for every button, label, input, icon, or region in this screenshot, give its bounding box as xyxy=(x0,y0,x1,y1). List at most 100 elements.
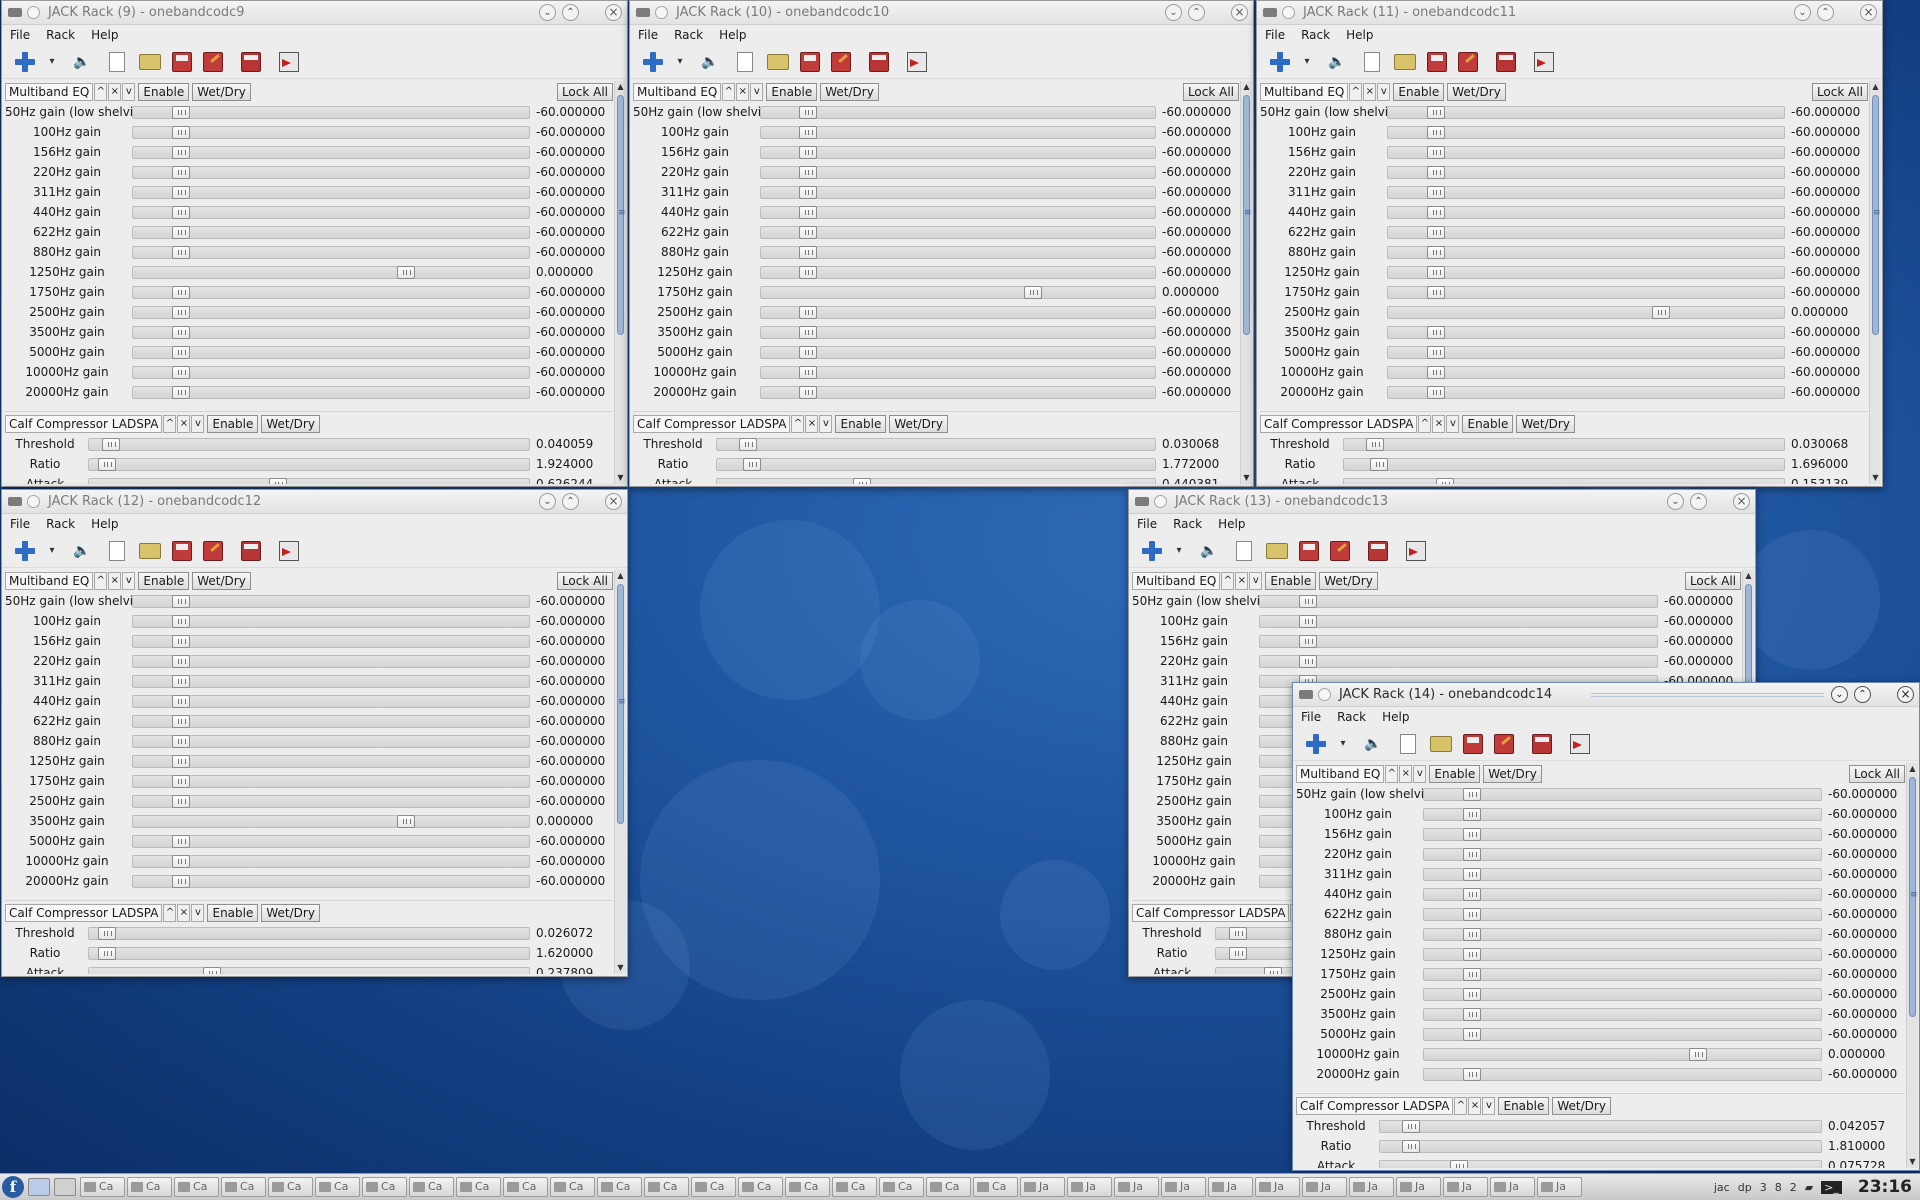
slider-knob[interactable] xyxy=(1426,245,1445,259)
move-down-button[interactable]: v xyxy=(122,572,136,590)
eq-band-slider[interactable] xyxy=(1387,145,1785,159)
add-plugin-icon[interactable] xyxy=(14,540,36,562)
eq-band-slider[interactable] xyxy=(1423,987,1822,1001)
eq-band-slider[interactable] xyxy=(1423,807,1822,821)
slider-knob[interactable] xyxy=(171,754,190,768)
remove-button[interactable]: × xyxy=(1399,765,1413,783)
slider-knob[interactable] xyxy=(799,385,818,399)
minimize-icon[interactable]: ⌄ xyxy=(539,4,556,21)
sticky-icon[interactable] xyxy=(27,495,40,508)
scroll-up-icon[interactable]: ▲ xyxy=(1743,570,1754,582)
slider-knob[interactable] xyxy=(799,165,818,179)
vertical-scrollbar[interactable]: ▲▼ xyxy=(1869,81,1881,484)
move-down-button[interactable]: v xyxy=(191,415,205,433)
wet-dry-toggle[interactable]: Wet/Dry xyxy=(1516,415,1575,433)
save-all-icon[interactable] xyxy=(241,51,261,72)
taskbar-window-button[interactable]: Ca xyxy=(127,1177,172,1197)
menu-rack[interactable]: Rack xyxy=(1301,28,1330,42)
maximize-icon[interactable]: ⌃ xyxy=(1188,4,1205,21)
compressor-param-slider[interactable] xyxy=(716,477,1156,484)
eq-band-slider[interactable] xyxy=(132,854,530,868)
taskbar-window-button[interactable]: Ca xyxy=(550,1177,595,1197)
save-icon[interactable] xyxy=(172,540,192,561)
slider-knob[interactable] xyxy=(1370,457,1389,471)
move-up-button[interactable]: ^ xyxy=(1385,765,1399,783)
slider-knob[interactable] xyxy=(171,714,190,728)
move-down-button[interactable]: v xyxy=(191,904,205,922)
slider-knob[interactable] xyxy=(1229,946,1248,960)
open-file-icon[interactable] xyxy=(1430,735,1452,752)
new-file-icon[interactable] xyxy=(109,540,125,561)
title-bar[interactable]: JACK Rack (10) - onebandcodc10 ⌄ ⌃ × xyxy=(630,1,1253,25)
menu-file[interactable]: File xyxy=(10,28,30,42)
slider-knob[interactable] xyxy=(203,966,222,974)
enable-toggle[interactable]: Enable xyxy=(835,415,887,433)
vertical-scrollbar[interactable]: ▲▼ xyxy=(1240,81,1252,484)
slider-knob[interactable] xyxy=(1462,787,1481,801)
eq-band-slider[interactable] xyxy=(1259,654,1658,668)
slider-knob[interactable] xyxy=(1462,947,1481,961)
wet-dry-toggle[interactable]: Wet/Dry xyxy=(820,83,879,101)
eq-band-slider[interactable] xyxy=(1387,165,1785,179)
eq-band-slider[interactable] xyxy=(1387,185,1785,199)
slider-knob[interactable] xyxy=(171,105,190,119)
slider-knob[interactable] xyxy=(171,385,190,399)
move-down-button[interactable]: v xyxy=(1446,415,1460,433)
wet-dry-toggle[interactable]: Wet/Dry xyxy=(1552,1097,1611,1115)
taskbar-window-button[interactable]: Ja xyxy=(1114,1177,1159,1197)
fedora-menu-icon[interactable]: f xyxy=(2,1176,24,1198)
enable-toggle[interactable]: Enable xyxy=(207,904,259,922)
slider-knob[interactable] xyxy=(799,145,818,159)
enable-toggle[interactable]: Enable xyxy=(1498,1097,1550,1115)
menu-file[interactable]: File xyxy=(1301,710,1321,724)
taskbar-window-button[interactable]: Ca xyxy=(879,1177,924,1197)
slider-knob[interactable] xyxy=(1426,285,1445,299)
save-icon[interactable] xyxy=(1427,51,1447,72)
slider-knob[interactable] xyxy=(799,365,818,379)
save-icon[interactable] xyxy=(1299,540,1319,561)
wet-dry-toggle[interactable]: Wet/Dry xyxy=(1319,572,1378,590)
slider-knob[interactable] xyxy=(799,245,818,259)
menu-rack[interactable]: Rack xyxy=(674,28,703,42)
eq-band-slider[interactable] xyxy=(760,285,1156,299)
window-menu-icon[interactable] xyxy=(636,8,650,17)
channels-icon[interactable]: 🔈 xyxy=(71,51,93,73)
sticky-icon[interactable] xyxy=(27,6,40,19)
slider-knob[interactable] xyxy=(1426,265,1445,279)
slider-knob[interactable] xyxy=(171,634,190,648)
eq-band-slider[interactable] xyxy=(132,345,530,359)
slider-knob[interactable] xyxy=(1298,594,1317,608)
eq-band-slider[interactable] xyxy=(760,365,1156,379)
eq-band-slider[interactable] xyxy=(1259,634,1658,648)
clock[interactable]: 23:16 xyxy=(1858,1177,1912,1197)
channels-icon[interactable]: 🔈 xyxy=(1362,733,1384,755)
eq-band-slider[interactable] xyxy=(1387,285,1785,299)
remove-button[interactable]: × xyxy=(1468,1097,1482,1115)
eq-band-slider[interactable] xyxy=(132,834,530,848)
taskbar-window-button[interactable]: Ja xyxy=(1349,1177,1394,1197)
scroll-down-icon[interactable]: ▼ xyxy=(615,472,626,484)
taskbar-window-button[interactable]: Ca xyxy=(644,1177,689,1197)
remove-button[interactable]: × xyxy=(1235,572,1249,590)
slider-knob[interactable] xyxy=(799,125,818,139)
title-bar[interactable]: JACK Rack (9) - onebandcodc9 ⌄ ⌃ × xyxy=(2,1,627,25)
slider-knob[interactable] xyxy=(397,814,416,828)
remove-button[interactable]: × xyxy=(177,904,191,922)
eq-band-slider[interactable] xyxy=(132,654,530,668)
taskbar-window-button[interactable]: Ca xyxy=(80,1177,125,1197)
enable-toggle[interactable]: Enable xyxy=(1393,83,1445,101)
enable-toggle[interactable]: Enable xyxy=(1265,572,1317,590)
eq-band-slider[interactable] xyxy=(132,165,530,179)
eq-band-slider[interactable] xyxy=(132,694,530,708)
slider-knob[interactable] xyxy=(799,105,818,119)
slider-knob[interactable] xyxy=(1462,1027,1481,1041)
menu-rack[interactable]: Rack xyxy=(1173,517,1202,531)
remove-button[interactable]: × xyxy=(805,415,819,433)
compressor-param-slider[interactable] xyxy=(1343,437,1785,451)
eq-band-slider[interactable] xyxy=(760,165,1156,179)
save-as-icon[interactable] xyxy=(1458,51,1478,72)
lock-all-toggle[interactable]: Lock All xyxy=(1811,83,1868,101)
sticky-icon[interactable] xyxy=(1154,495,1167,508)
taskbar-window-button[interactable]: Ca xyxy=(785,1177,830,1197)
slider-knob[interactable] xyxy=(1462,807,1481,821)
